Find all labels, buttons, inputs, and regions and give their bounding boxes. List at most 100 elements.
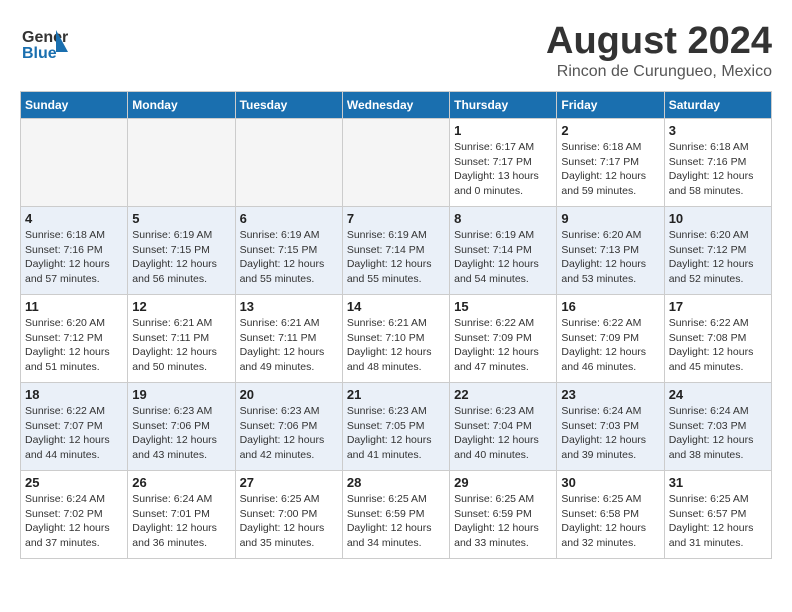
calendar-week-row: 18 Sunrise: 6:22 AM Sunset: 7:07 PM Dayli… [21,383,772,471]
day-number: 18 [25,387,123,402]
table-row: 13Sunrise: 6:21 AM Sunset: 7:11 PM Dayli… [235,295,342,383]
day-number: 22 [454,387,552,402]
col-wednesday: Wednesday [342,92,449,119]
table-row: 17Sunrise: 6:22 AM Sunset: 7:08 PM Dayli… [664,295,771,383]
day-number: 21 [347,387,445,402]
calendar-week-row: 11 Sunrise: 6:20 AM Sunset: 7:12 PM Dayli… [21,295,772,383]
table-row: 25 Sunrise: 6:24 AM Sunset: 7:02 PM Dayli… [21,471,128,559]
day-number: 29 [454,475,552,490]
calendar-week-row: 1 Sunrise: 6:17 AM Sunset: 7:17 PM Daylig… [21,119,772,207]
day-info: Sunrise: 6:24 AM Sunset: 7:02 PM Dayligh… [25,492,123,551]
day-info: Sunrise: 6:21 AM Sunset: 7:11 PM Dayligh… [132,316,230,375]
logo: General Blue [20,20,72,73]
table-row: 4Sunrise: 6:18 AM Sunset: 7:16 PM Daylig… [21,207,128,295]
table-row: 29 Sunrise: 6:25 AM Sunset: 6:59 PM Dayli… [450,471,557,559]
table-row: 26 Sunrise: 6:24 AM Sunset: 7:01 PM Dayli… [128,471,235,559]
day-info: Sunrise: 6:25 AM Sunset: 6:58 PM Dayligh… [561,492,659,551]
day-info: Sunrise: 6:22 AM Sunset: 7:08 PM Dayligh… [669,316,767,375]
table-row: 5Sunrise: 6:19 AM Sunset: 7:15 PM Daylig… [128,207,235,295]
table-row: 21 Sunrise: 6:23 AM Sunset: 7:05 PM Dayli… [342,383,449,471]
table-row: 10 Sunrise: 6:20 AM Sunset: 7:12 PM Dayli… [664,207,771,295]
table-row: 18 Sunrise: 6:22 AM Sunset: 7:07 PM Dayli… [21,383,128,471]
day-number: 11 [25,299,123,314]
day-info: Sunrise: 6:20 AM Sunset: 7:13 PM Dayligh… [561,228,659,287]
table-row: 24 Sunrise: 6:24 AM Sunset: 7:03 PM Dayli… [664,383,771,471]
day-info: Sunrise: 6:24 AM Sunset: 7:03 PM Dayligh… [561,404,659,463]
col-monday: Monday [128,92,235,119]
day-info: Sunrise: 6:20 AM Sunset: 7:12 PM Dayligh… [669,228,767,287]
day-info: Sunrise: 6:22 AM Sunset: 7:07 PM Dayligh… [25,404,123,463]
day-number: 15 [454,299,552,314]
calendar-week-row: 4Sunrise: 6:18 AM Sunset: 7:16 PM Daylig… [21,207,772,295]
table-row: 30 Sunrise: 6:25 AM Sunset: 6:58 PM Dayli… [557,471,664,559]
title-section: August 2024 Rincon de Curungueo, Mexico [546,20,772,81]
day-info: Sunrise: 6:23 AM Sunset: 7:05 PM Dayligh… [347,404,445,463]
day-info: Sunrise: 6:20 AM Sunset: 7:12 PM Dayligh… [25,316,123,375]
day-info: Sunrise: 6:17 AM Sunset: 7:17 PM Dayligh… [454,140,552,199]
table-row: 11 Sunrise: 6:20 AM Sunset: 7:12 PM Dayli… [21,295,128,383]
day-info: Sunrise: 6:19 AM Sunset: 7:15 PM Dayligh… [240,228,338,287]
day-number: 13 [240,299,338,314]
day-info: Sunrise: 6:23 AM Sunset: 7:06 PM Dayligh… [240,404,338,463]
day-number: 31 [669,475,767,490]
col-thursday: Thursday [450,92,557,119]
day-number: 12 [132,299,230,314]
table-row: 23 Sunrise: 6:24 AM Sunset: 7:03 PM Dayli… [557,383,664,471]
day-info: Sunrise: 6:19 AM Sunset: 7:15 PM Dayligh… [132,228,230,287]
day-info: Sunrise: 6:22 AM Sunset: 7:09 PM Dayligh… [454,316,552,375]
day-number: 23 [561,387,659,402]
day-number: 20 [240,387,338,402]
day-number: 16 [561,299,659,314]
day-info: Sunrise: 6:25 AM Sunset: 6:59 PM Dayligh… [347,492,445,551]
day-info: Sunrise: 6:18 AM Sunset: 7:16 PM Dayligh… [669,140,767,199]
table-row: 12 Sunrise: 6:21 AM Sunset: 7:11 PM Dayli… [128,295,235,383]
day-number: 10 [669,211,767,226]
day-info: Sunrise: 6:25 AM Sunset: 6:57 PM Dayligh… [669,492,767,551]
day-number: 24 [669,387,767,402]
table-row: 20 Sunrise: 6:23 AM Sunset: 7:06 PM Dayli… [235,383,342,471]
day-number: 6 [240,211,338,226]
table-row [235,119,342,207]
table-row: 14Sunrise: 6:21 AM Sunset: 7:10 PM Dayli… [342,295,449,383]
day-number: 2 [561,123,659,138]
day-info: Sunrise: 6:23 AM Sunset: 7:04 PM Dayligh… [454,404,552,463]
col-saturday: Saturday [664,92,771,119]
day-number: 19 [132,387,230,402]
day-number: 7 [347,211,445,226]
table-row: 2 Sunrise: 6:18 AM Sunset: 7:17 PM Daylig… [557,119,664,207]
day-number: 9 [561,211,659,226]
day-number: 27 [240,475,338,490]
table-row [128,119,235,207]
day-number: 28 [347,475,445,490]
day-info: Sunrise: 6:19 AM Sunset: 7:14 PM Dayligh… [454,228,552,287]
table-row: 31 Sunrise: 6:25 AM Sunset: 6:57 PM Dayli… [664,471,771,559]
day-number: 1 [454,123,552,138]
day-info: Sunrise: 6:25 AM Sunset: 7:00 PM Dayligh… [240,492,338,551]
table-row: 6 Sunrise: 6:19 AM Sunset: 7:15 PM Daylig… [235,207,342,295]
day-info: Sunrise: 6:18 AM Sunset: 7:17 PM Dayligh… [561,140,659,199]
col-friday: Friday [557,92,664,119]
calendar-header-row: Sunday Monday Tuesday Wednesday Thursday… [21,92,772,119]
table-row: 3Sunrise: 6:18 AM Sunset: 7:16 PM Daylig… [664,119,771,207]
day-info: Sunrise: 6:24 AM Sunset: 7:03 PM Dayligh… [669,404,767,463]
day-info: Sunrise: 6:19 AM Sunset: 7:14 PM Dayligh… [347,228,445,287]
day-number: 30 [561,475,659,490]
day-info: Sunrise: 6:25 AM Sunset: 6:59 PM Dayligh… [454,492,552,551]
table-row: 7 Sunrise: 6:19 AM Sunset: 7:14 PM Daylig… [342,207,449,295]
day-number: 26 [132,475,230,490]
table-row: 1 Sunrise: 6:17 AM Sunset: 7:17 PM Daylig… [450,119,557,207]
day-number: 8 [454,211,552,226]
day-info: Sunrise: 6:24 AM Sunset: 7:01 PM Dayligh… [132,492,230,551]
day-info: Sunrise: 6:23 AM Sunset: 7:06 PM Dayligh… [132,404,230,463]
day-info: Sunrise: 6:18 AM Sunset: 7:16 PM Dayligh… [25,228,123,287]
table-row: 22 Sunrise: 6:23 AM Sunset: 7:04 PM Dayli… [450,383,557,471]
calendar-week-row: 25 Sunrise: 6:24 AM Sunset: 7:02 PM Dayli… [21,471,772,559]
table-row: 8 Sunrise: 6:19 AM Sunset: 7:14 PM Daylig… [450,207,557,295]
svg-text:Blue: Blue [22,45,57,62]
table-row [21,119,128,207]
day-number: 25 [25,475,123,490]
table-row: 28 Sunrise: 6:25 AM Sunset: 6:59 PM Dayli… [342,471,449,559]
table-row: 27 Sunrise: 6:25 AM Sunset: 7:00 PM Dayli… [235,471,342,559]
col-sunday: Sunday [21,92,128,119]
table-row: 9 Sunrise: 6:20 AM Sunset: 7:13 PM Daylig… [557,207,664,295]
